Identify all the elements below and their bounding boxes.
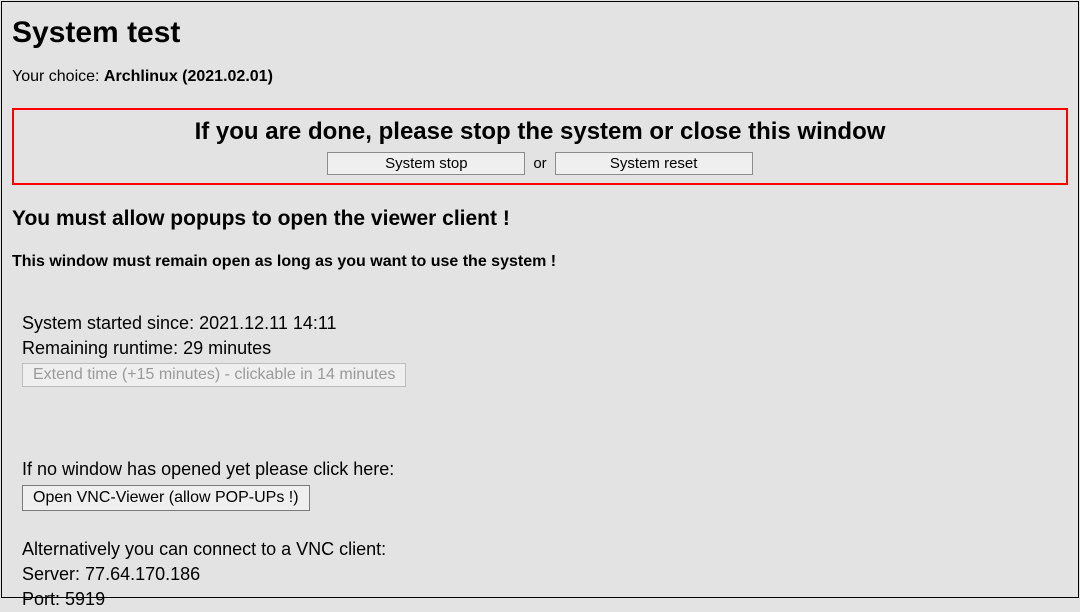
extend-time-button: Extend time (+15 minutes) - clickable in… [22, 363, 406, 387]
vnc-block: If no window has opened yet please click… [22, 457, 1068, 612]
system-stop-button[interactable]: System stop [327, 152, 525, 175]
warning-box: If you are done, please stop the system … [12, 108, 1068, 185]
page-title: System test [12, 16, 1068, 50]
status-block: System started since: 2021.12.11 14:11 R… [22, 311, 1068, 387]
choice-line: Your choice: Archlinux (2021.02.01) [12, 68, 1068, 86]
page-container: System test Your choice: Archlinux (2021… [1, 1, 1079, 598]
vnc-server-line: Server: 77.64.170.186 [22, 562, 1068, 587]
remaining-line: Remaining runtime: 29 minutes [22, 336, 1068, 361]
choice-label: Your choice: [12, 68, 99, 85]
remaining-value: 29 minutes [183, 338, 271, 358]
open-vnc-viewer-button[interactable]: Open VNC-Viewer (allow POP-UPs !) [22, 485, 310, 511]
no-window-line: If no window has opened yet please click… [22, 457, 1068, 482]
started-label: System started since: [22, 313, 194, 333]
started-line: System started since: 2021.12.11 14:11 [22, 311, 1068, 336]
warning-heading: If you are done, please stop the system … [20, 118, 1060, 146]
remaining-label: Remaining runtime: [22, 338, 178, 358]
system-reset-button[interactable]: System reset [555, 152, 753, 175]
vnc-port-line: Port: 5919 [22, 587, 1068, 612]
vnc-alt-line: Alternatively you can connect to a VNC c… [22, 537, 1068, 562]
vnc-server-label: Server: [22, 564, 80, 584]
choice-value: Archlinux (2021.02.01) [104, 68, 273, 85]
vnc-server-value: 77.64.170.186 [85, 564, 200, 584]
started-value: 2021.12.11 14:11 [199, 313, 336, 333]
remain-open-note: This window must remain open as long as … [12, 253, 1068, 271]
warning-controls: System stop or System reset [327, 152, 752, 175]
or-text: or [533, 155, 546, 172]
popup-heading: You must allow popups to open the viewer… [12, 207, 1068, 231]
